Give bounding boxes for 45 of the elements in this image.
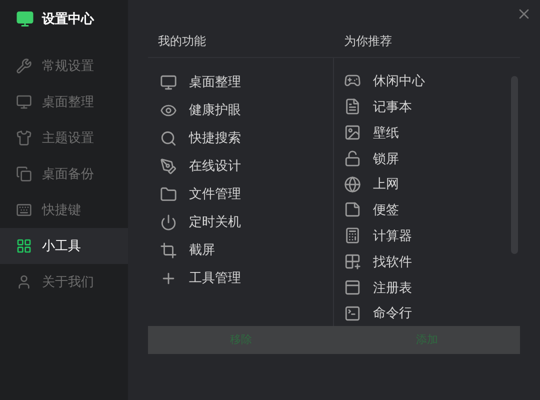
tool-item[interactable]: 定时关机 bbox=[160, 208, 333, 236]
window-icon bbox=[344, 278, 361, 296]
folder-icon bbox=[160, 186, 177, 202]
tool-item[interactable]: 计算器 bbox=[344, 222, 520, 249]
tool-item[interactable]: 锁屏 bbox=[344, 145, 520, 172]
globe-icon bbox=[344, 176, 361, 193]
search-icon bbox=[160, 130, 177, 146]
tool-item[interactable]: 截屏 bbox=[160, 236, 333, 264]
user-icon bbox=[16, 274, 32, 290]
tool-item[interactable]: 休闲中心 bbox=[344, 68, 520, 94]
tool-item[interactable]: 快捷搜索 bbox=[160, 124, 333, 152]
monitor-icon bbox=[160, 74, 177, 90]
tool-item[interactable]: 命令行 bbox=[344, 300, 520, 326]
calculator-icon bbox=[344, 227, 361, 244]
tool-item[interactable]: 健康护眼 bbox=[160, 96, 333, 124]
tool-item[interactable]: 在线设计 bbox=[160, 152, 333, 180]
copy-icon bbox=[16, 166, 32, 182]
power-icon bbox=[160, 214, 177, 230]
tool-item[interactable]: 桌面整理 bbox=[160, 68, 333, 96]
unlock-icon bbox=[344, 150, 361, 167]
note-icon bbox=[344, 201, 361, 218]
tool-item[interactable]: 文件管理 bbox=[160, 180, 333, 208]
app-title: 设置中心 bbox=[42, 10, 94, 28]
document-icon bbox=[344, 98, 361, 116]
apps-icon bbox=[344, 252, 361, 270]
tool-item[interactable]: 便签 bbox=[344, 196, 520, 223]
section-heading: 我的功能 bbox=[157, 33, 207, 50]
shirt-icon bbox=[16, 130, 32, 146]
keyboard-icon bbox=[16, 202, 32, 218]
tool-item[interactable]: 注册表 bbox=[344, 274, 520, 300]
crop-icon bbox=[160, 242, 177, 258]
tool-item[interactable]: 记事本 bbox=[344, 94, 520, 120]
tools-icon bbox=[16, 58, 32, 74]
monitor-icon bbox=[16, 94, 32, 110]
monitor-icon bbox=[16, 10, 34, 28]
tool-item[interactable]: 壁纸 bbox=[344, 120, 520, 146]
section-heading: 为你推荐 bbox=[343, 33, 392, 50]
image-icon bbox=[344, 124, 361, 141]
tool-item[interactable]: 工具管理 bbox=[160, 264, 333, 292]
tool-item[interactable]: 上网 bbox=[344, 171, 520, 197]
tool-item[interactable]: 找软件 bbox=[344, 248, 520, 274]
sidebar-item[interactable]: 小工具 bbox=[0, 228, 128, 264]
pen-icon bbox=[160, 158, 177, 174]
grid-icon bbox=[16, 238, 32, 254]
terminal-icon bbox=[344, 304, 361, 322]
